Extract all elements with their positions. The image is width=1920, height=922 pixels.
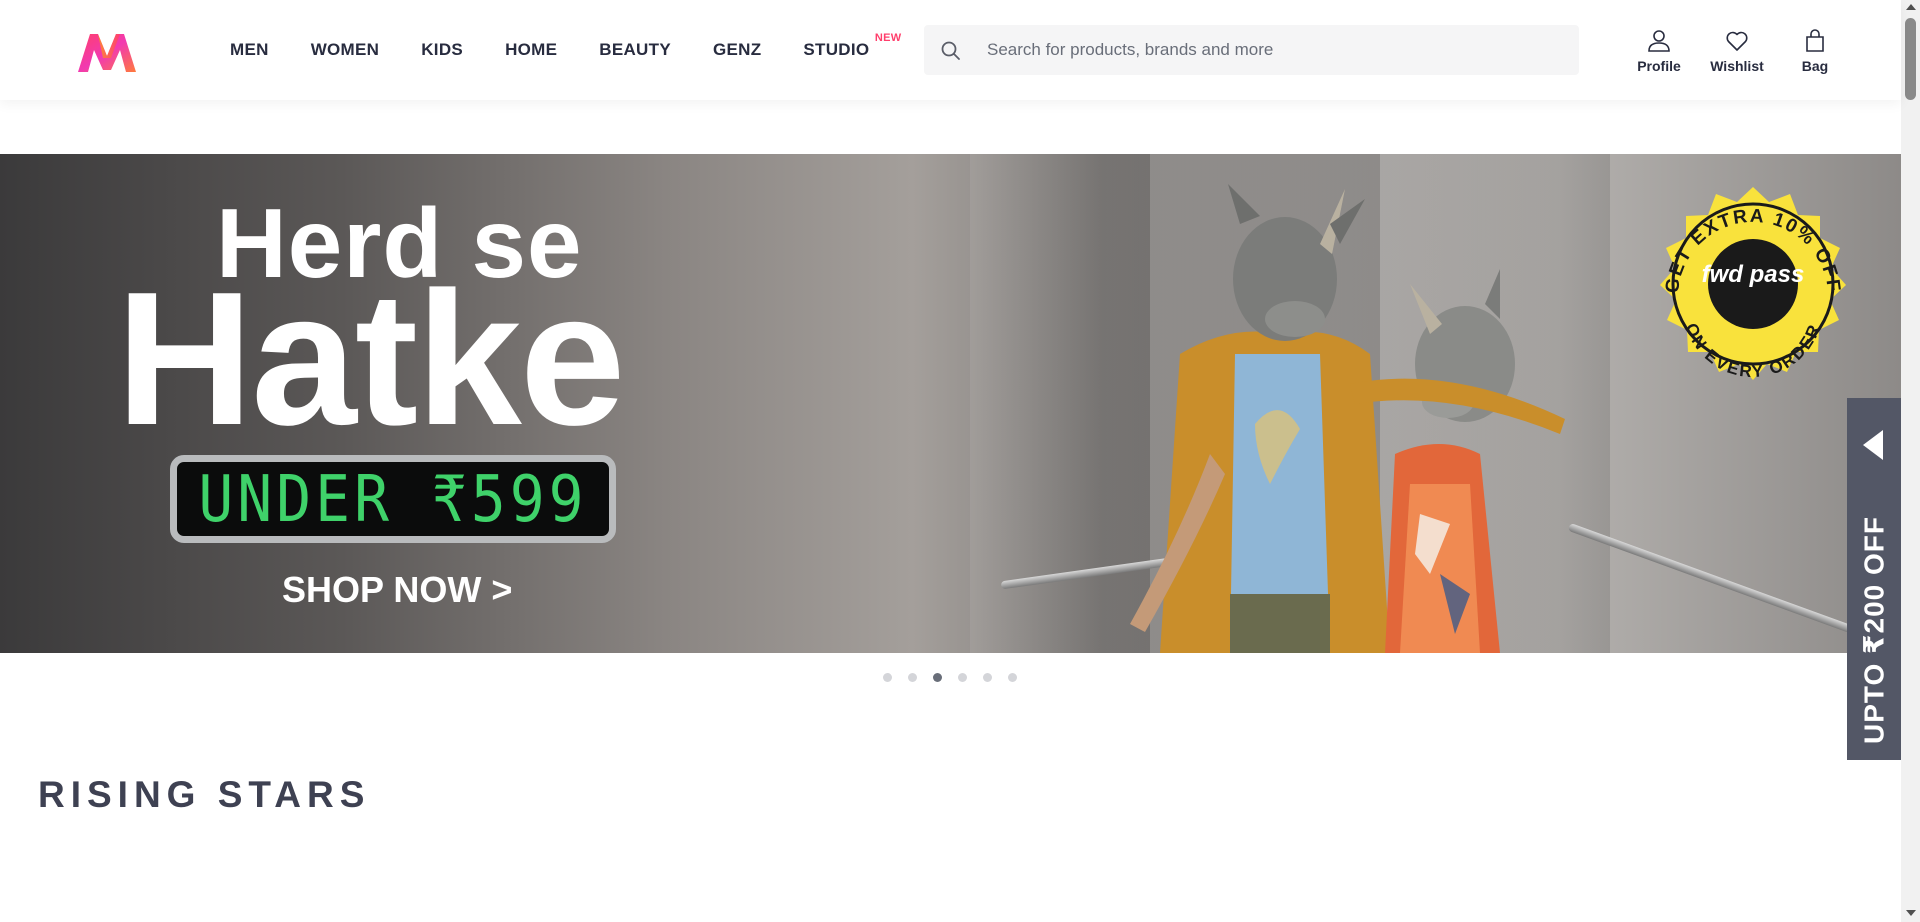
nav-studio-label: STUDIO	[803, 40, 870, 59]
carousel-dots	[883, 673, 1033, 682]
carousel-dot[interactable]	[1008, 673, 1017, 682]
carousel-dot[interactable]	[958, 673, 967, 682]
nav-genz-label: GENZ	[712, 40, 762, 59]
bag-label: Bag	[1801, 58, 1829, 74]
carousel-dot[interactable]	[983, 673, 992, 682]
nav-beauty[interactable]: BEAUTY	[599, 40, 671, 60]
carousel-dot[interactable]	[933, 673, 942, 682]
bag-button[interactable]: Bag	[1776, 28, 1854, 78]
nav-kids-label: KIDS	[421, 40, 464, 59]
wishlist-button[interactable]: Wishlist	[1698, 28, 1776, 78]
side-offer-text: UPTO ₹200 OFF	[1858, 515, 1890, 745]
hero-banner[interactable]: Herd se Hatke UNDER ₹599 SHOP NOW > GET …	[0, 154, 1901, 653]
heart-icon	[1726, 31, 1748, 51]
nav-kids[interactable]: KIDS	[421, 40, 463, 60]
collapse-arrow-icon	[1863, 430, 1883, 460]
shop-now-link[interactable]: SHOP NOW >	[282, 569, 512, 611]
new-badge: NEW	[874, 32, 902, 44]
scroll-up-arrow-icon[interactable]	[1906, 4, 1916, 10]
carousel-dot[interactable]	[908, 673, 917, 682]
search-icon[interactable]	[940, 40, 962, 62]
wishlist-label: Wishlist	[1710, 58, 1764, 74]
nav-genz[interactable]: GENZ	[713, 40, 761, 60]
carousel-dot[interactable]	[883, 673, 892, 682]
nav-home-label: HOME	[505, 40, 558, 59]
nav-beauty-label: BEAUTY	[599, 40, 671, 59]
profile-button[interactable]: Profile	[1620, 28, 1698, 78]
myntra-logo[interactable]	[76, 30, 138, 74]
header-actions: Profile Wishlist Bag	[1620, 28, 1854, 78]
profile-label: Profile	[1637, 58, 1681, 74]
nav-men[interactable]: MEN	[230, 40, 269, 60]
site-header: MEN WOMEN KIDS HOME BEAUTY GENZ STUDIO N…	[0, 0, 1901, 100]
nav-women-label: WOMEN	[310, 40, 380, 59]
scroll-thumb[interactable]	[1905, 18, 1916, 100]
nav-studio[interactable]: STUDIO NEW	[803, 32, 901, 60]
search-input[interactable]	[987, 26, 1567, 74]
nav-men-label: MEN	[230, 40, 269, 59]
user-icon	[1648, 30, 1670, 52]
nav-home[interactable]: HOME	[505, 40, 557, 60]
scroll-down-arrow-icon[interactable]	[1906, 910, 1916, 916]
search-bar	[924, 25, 1579, 75]
nav-women[interactable]: WOMEN	[311, 40, 380, 60]
price-tag-text: UNDER ₹599	[198, 461, 588, 537]
banner-models-image	[1130, 184, 1565, 653]
bag-icon	[1806, 29, 1824, 52]
page-scrollbar[interactable]	[1901, 0, 1920, 922]
side-offer-tab[interactable]: UPTO ₹200 OFF	[1847, 398, 1901, 760]
banner-headline-main: Hatke	[116, 253, 625, 465]
main-nav: MEN WOMEN KIDS HOME BEAUTY GENZ STUDIO N…	[230, 0, 911, 100]
section-title: RISING STARS	[38, 774, 371, 815]
badge-center-text: fwd pass	[1702, 261, 1805, 288]
price-tag: UNDER ₹599	[170, 455, 616, 543]
fwd-pass-badge[interactable]: GET EXTRA 10% OFF fwd pass ON EVERY ORDE…	[1638, 182, 1868, 412]
